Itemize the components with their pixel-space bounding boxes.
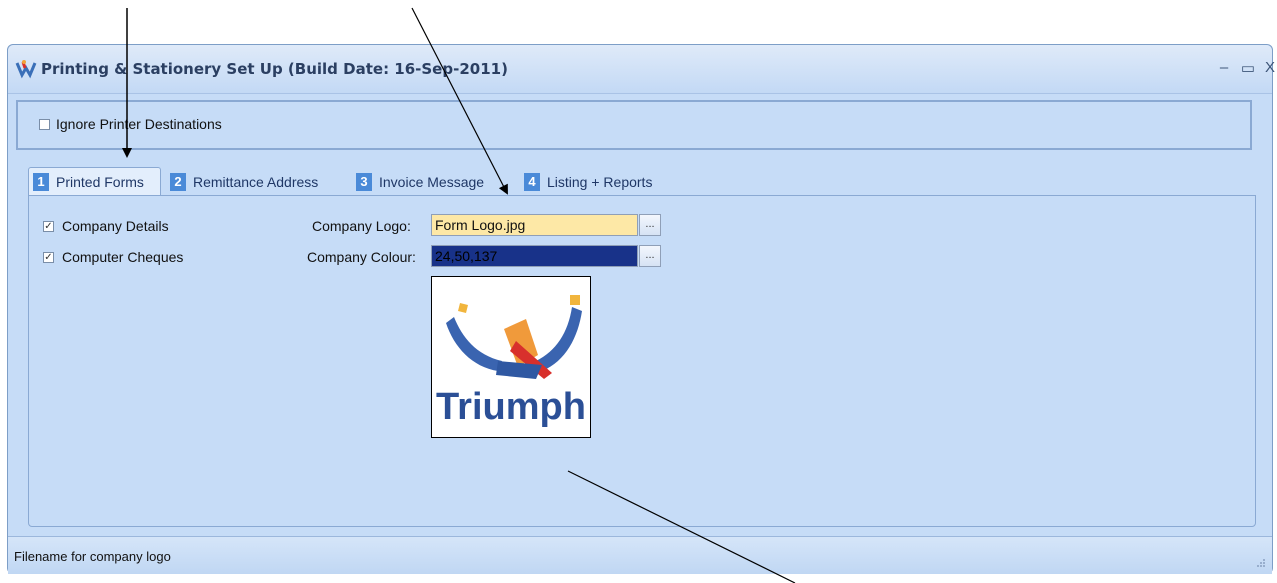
printing-setup-window: Printing & Stationery Set Up (Build Date…: [7, 44, 1275, 574]
maximize-button[interactable]: ▭: [1239, 59, 1257, 77]
tab-number-badge: 1: [33, 172, 49, 191]
logo-brand-text: Triumph: [436, 386, 586, 428]
app-logo-icon: [15, 60, 37, 79]
window-title: Printing & Stationery Set Up (Build Date…: [41, 60, 508, 78]
company-colour-label: Company Colour:: [307, 249, 416, 265]
resize-grip-icon[interactable]: [1256, 558, 1266, 568]
ignore-printer-panel: Ignore Printer Destinations: [16, 100, 1252, 150]
company-details-checkbox[interactable]: ✓: [43, 221, 54, 232]
triumph-logo-image: Triumph: [436, 295, 586, 428]
computer-cheques-label[interactable]: Computer Cheques: [62, 249, 183, 265]
tab-number-badge: 3: [356, 173, 372, 191]
company-details-label[interactable]: Company Details: [62, 218, 169, 234]
tab-label: Listing + Reports: [547, 174, 653, 190]
tab-number-badge: 2: [170, 173, 186, 191]
tab-number-badge: 4: [524, 173, 540, 191]
tab-printed-forms[interactable]: 1 Printed Forms: [28, 167, 161, 195]
tab-label: Printed Forms: [56, 173, 144, 190]
company-logo-label: Company Logo:: [312, 218, 411, 234]
tab-label: Invoice Message: [379, 174, 485, 190]
tab-remittance-address[interactable]: 2 Remittance Address: [170, 169, 350, 195]
title-bar[interactable]: Printing & Stationery Set Up (Build Date…: [8, 45, 1275, 94]
status-bar: Filename for company logo: [8, 536, 1272, 574]
status-text: Filename for company logo: [14, 549, 171, 564]
company-colour-input[interactable]: 24,50,137: [431, 245, 638, 267]
close-button[interactable]: X: [1261, 59, 1277, 76]
tab-invoice-message[interactable]: 3 Invoice Message: [356, 169, 516, 195]
tab-listing-reports[interactable]: 4 Listing + Reports: [524, 169, 684, 195]
minimize-button[interactable]: –: [1215, 59, 1233, 76]
company-logo-input[interactable]: Form Logo.jpg: [431, 214, 638, 236]
printed-forms-panel: ✓ Company Details ✓ Computer Cheques Com…: [28, 195, 1256, 527]
company-colour-browse-button[interactable]: ...: [639, 245, 661, 267]
computer-cheques-checkbox[interactable]: ✓: [43, 252, 54, 263]
tab-label: Remittance Address: [193, 174, 319, 190]
ignore-printer-destinations-checkbox[interactable]: [39, 119, 50, 130]
company-logo-browse-button[interactable]: ...: [639, 214, 661, 236]
ignore-printer-destinations-label[interactable]: Ignore Printer Destinations: [56, 116, 222, 132]
company-logo-preview: Triumph: [431, 276, 591, 438]
